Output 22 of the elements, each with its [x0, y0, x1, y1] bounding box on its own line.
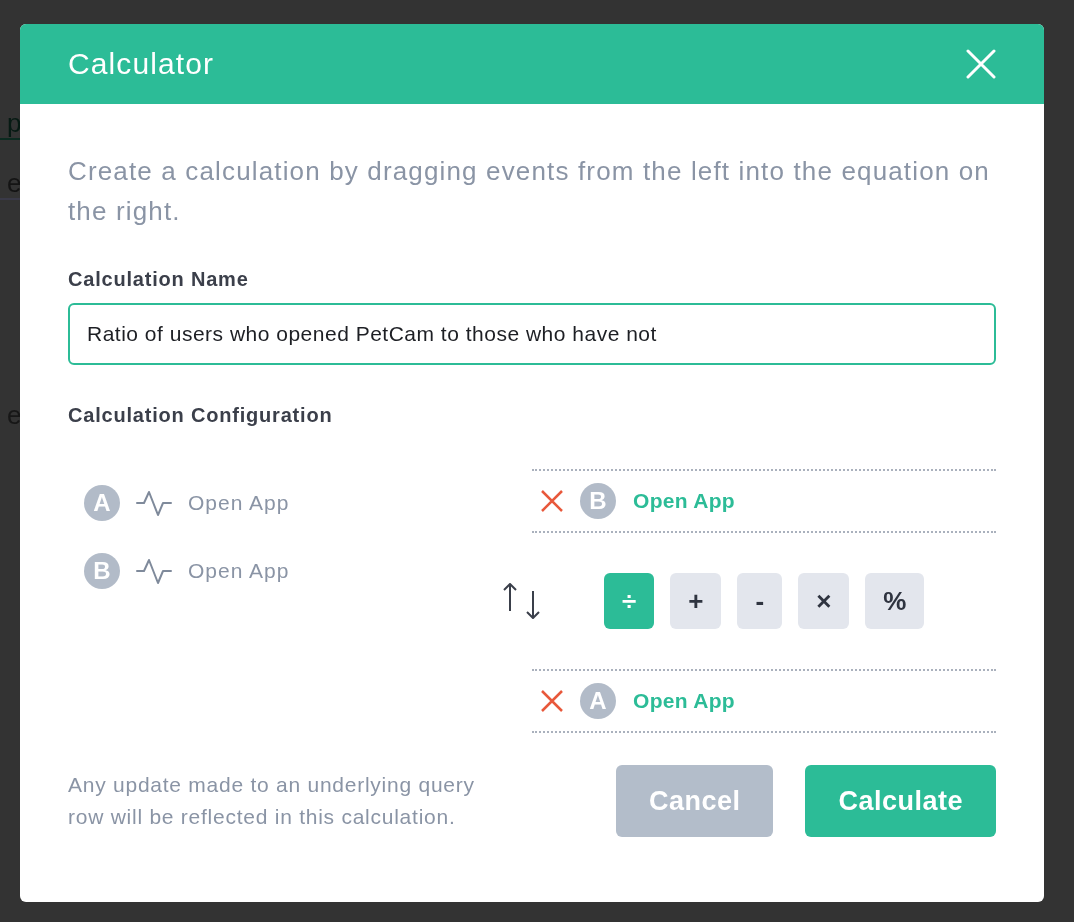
remove-icon[interactable]: [540, 689, 564, 713]
letter-badge: B: [580, 483, 616, 519]
name-input[interactable]: Ratio of users who opened PetCam to those who have not: [68, 303, 996, 365]
event-name: Open App: [633, 489, 735, 513]
close-icon[interactable]: [966, 49, 996, 79]
pulse-icon: [136, 556, 172, 586]
operator-button[interactable]: ×: [798, 573, 850, 629]
operator-button[interactable]: +: [670, 573, 722, 629]
dialog-title: Calculator: [68, 46, 215, 82]
letter-badge: A: [84, 485, 120, 521]
swap-icon[interactable]: [503, 583, 541, 619]
note-text: Any update made to an underlying query row will be reflected in this calculation.: [68, 772, 476, 830]
letter-badge: A: [580, 683, 616, 719]
operator-button[interactable]: %: [865, 573, 925, 629]
description-text: Create a calculation by dragging events from the left into the equation on the right.: [68, 155, 991, 228]
operator-button[interactable]: -: [737, 573, 783, 629]
section-label: Calculation Configuration: [68, 403, 333, 427]
event-name: Open App: [633, 689, 735, 713]
remove-icon[interactable]: [540, 489, 564, 513]
field-label: Calculation Name: [68, 267, 249, 291]
letter-badge: B: [84, 553, 120, 589]
pulse-icon: [136, 488, 172, 518]
